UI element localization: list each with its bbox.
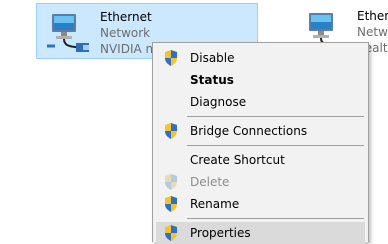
uac-shield-icon xyxy=(156,171,186,193)
adapter-name: Ethernet xyxy=(357,9,388,23)
adapter-name: Ethernet xyxy=(100,10,152,24)
uac-shield-icon xyxy=(156,47,186,69)
menu-item-label: Disable xyxy=(190,51,235,65)
menu-item-bridge-connections[interactable]: Bridge Connections xyxy=(156,120,365,142)
menu-item-label: Rename xyxy=(190,197,240,211)
menu-item-diagnose[interactable]: Diagnose xyxy=(156,91,365,113)
adapter-status: Network xyxy=(100,26,151,40)
menu-item-create-shortcut[interactable]: Create Shortcut xyxy=(156,149,365,171)
menu-separator xyxy=(187,145,364,146)
menu-item-label: Bridge Connections xyxy=(190,124,308,138)
menu-item-properties[interactable]: Properties xyxy=(156,222,365,244)
adapter-status: Network xyxy=(357,25,388,39)
uac-shield-icon xyxy=(156,120,186,142)
menu-item-label: Status xyxy=(190,73,234,87)
menu-item-label: Delete xyxy=(190,175,230,189)
menu-item-label: Diagnose xyxy=(190,95,247,109)
menu-item-delete: Delete xyxy=(156,171,365,193)
uac-shield-icon xyxy=(156,222,186,244)
menu-item-label: Create Shortcut xyxy=(190,153,285,167)
menu-item-rename[interactable]: Rename xyxy=(156,193,365,215)
menu-separator xyxy=(187,218,364,219)
menu-item-label: Properties xyxy=(190,226,251,240)
menu-separator xyxy=(187,116,364,117)
uac-shield-icon xyxy=(156,193,186,215)
network-adapter-icon xyxy=(47,14,89,52)
menu-item-disable[interactable]: Disable xyxy=(156,47,365,69)
menu-item-status[interactable]: Status xyxy=(156,69,365,91)
context-menu: Disable Status Diagnose Bridge Connectio… xyxy=(152,42,369,244)
